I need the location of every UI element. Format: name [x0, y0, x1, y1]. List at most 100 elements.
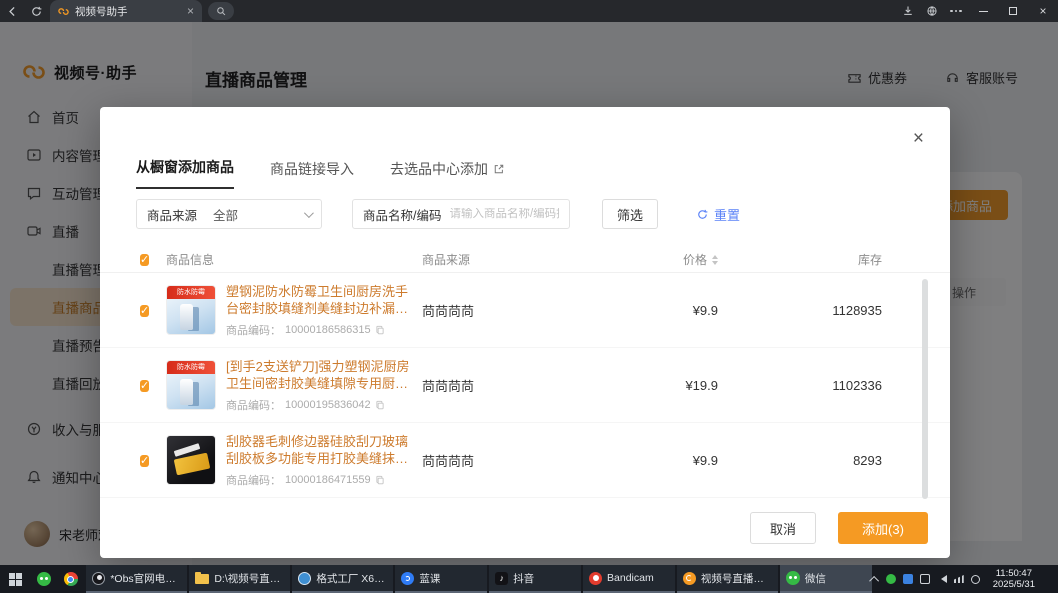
tab-link-import[interactable]: 商品链接导入 — [270, 159, 354, 189]
product-code: 10000195836042 — [285, 399, 371, 411]
product-image: 防水防霉 — [166, 360, 216, 410]
taskbar-wechat-shortcut[interactable] — [31, 565, 58, 593]
lanke-icon — [401, 572, 414, 585]
taskbar-app-bandicam[interactable]: Bandicam — [583, 565, 675, 593]
product-price: ¥19.9 — [542, 378, 718, 393]
taskbar-app-label: 视频号直播伴侣 — [701, 571, 772, 586]
tray-wechat-icon[interactable] — [886, 574, 896, 584]
keyword-field: 商品名称/编码 — [352, 199, 570, 229]
modal-scrollbar[interactable] — [922, 279, 928, 499]
column-info: 商品信息 — [166, 251, 214, 268]
new-tab-search-icon[interactable] — [208, 2, 234, 20]
chrome-icon — [64, 572, 78, 586]
select-all-checkbox[interactable]: ✓ — [140, 254, 149, 266]
tab-label: 商品链接导入 — [270, 159, 354, 179]
reset-icon — [696, 208, 709, 221]
system-tray: 11:50:47 2025/5/31 — [872, 565, 1058, 593]
taskbar-clock[interactable]: 11:50:47 2025/5/31 — [987, 568, 1041, 590]
product-code: 10000186471559 — [285, 474, 371, 486]
product-price: ¥9.9 — [542, 453, 718, 468]
modal-footer: 取消 添加(3) — [750, 512, 928, 544]
product-source: 苘苘苘苘 — [422, 301, 542, 320]
refresh-icon[interactable] — [24, 0, 48, 22]
source-select[interactable]: 商品来源 全部 — [136, 199, 322, 229]
taskbar-app-lanke[interactable]: 蓝课 — [395, 565, 487, 593]
reset-label: 重置 — [714, 205, 740, 224]
row-checkbox[interactable]: ✓ — [140, 305, 149, 317]
minimize-button[interactable] — [968, 0, 998, 22]
reset-button[interactable]: 重置 — [696, 205, 740, 224]
product-source: 苘苘苘苘 — [422, 376, 542, 395]
taskbar-app-label: 蓝课 — [419, 571, 440, 586]
modal-close-icon[interactable]: × — [913, 129, 924, 148]
browser-chrome: 视频号助手 × × — [0, 0, 1058, 22]
row-checkbox[interactable]: ✓ — [140, 455, 149, 467]
taskbar-app-label: 微信 — [805, 571, 826, 586]
chevron-down-icon — [304, 208, 314, 218]
product-image — [166, 435, 216, 485]
tab-selection-center[interactable]: 去选品中心添加 — [390, 159, 505, 189]
start-button[interactable] — [0, 565, 31, 593]
taskbar: *Obs官网电脑... D:\视频号直播... 格式工厂 X64 ... 蓝课 … — [0, 565, 1058, 593]
channels-favicon-icon — [58, 6, 69, 17]
filter-button[interactable]: 筛选 — [602, 199, 658, 229]
product-row: ✓ 防水防霉 [到手2支送铲刀]强力塑钢泥厨房卫生间密封胶美缝填隙专用厨卫密封胶… — [100, 348, 950, 423]
row-checkbox[interactable]: ✓ — [140, 380, 149, 392]
confirm-add-button[interactable]: 添加(3) — [838, 512, 928, 544]
cancel-button[interactable]: 取消 — [750, 512, 816, 544]
product-image: 防水防霉 — [166, 285, 216, 335]
copy-icon[interactable] — [375, 325, 385, 335]
modal-table-header: ✓ 商品信息 商品来源 价格 库存 — [100, 247, 950, 273]
product-code-row: 商品编码：10000186586315 — [226, 322, 416, 338]
product-name[interactable]: 塑钢泥防水防霉卫生间厨房洗手台密封胶填缝剂美缝封边补漏专用胶150ml... — [226, 283, 416, 317]
wechat-icon — [37, 572, 51, 586]
image-badge: 防水防霉 — [167, 361, 215, 374]
maximize-button[interactable] — [998, 0, 1028, 22]
tray-security-icon[interactable] — [903, 574, 913, 584]
keyword-input[interactable] — [449, 208, 559, 220]
folder-icon — [195, 574, 209, 584]
taskbar-app-obs[interactable]: *Obs官网电脑... — [86, 565, 187, 593]
clock-time: 11:50:47 — [993, 568, 1035, 579]
tray-display-icon[interactable] — [920, 574, 930, 584]
taskbar-app-format-factory[interactable]: 格式工厂 X64 ... — [292, 565, 393, 593]
clock-date: 2025/5/31 — [993, 579, 1035, 590]
tab-close-icon[interactable]: × — [187, 4, 194, 18]
keyword-label: 商品名称/编码 — [363, 205, 441, 224]
download-icon[interactable] — [896, 0, 920, 22]
close-button[interactable]: × — [1028, 0, 1058, 22]
tray-volume-icon[interactable] — [937, 575, 947, 583]
channels-live-icon — [683, 572, 696, 585]
taskbar-app-douyin[interactable]: ♪ 抖音 — [489, 565, 581, 593]
taskbar-app-label: D:\视频号直播... — [214, 571, 284, 586]
taskbar-chrome-shortcut[interactable] — [57, 565, 84, 593]
globe-icon[interactable] — [920, 0, 944, 22]
tray-usb-icon[interactable] — [971, 575, 980, 584]
browser-tab[interactable]: 视频号助手 × — [50, 0, 202, 22]
taskbar-app-label: *Obs官网电脑... — [110, 571, 181, 586]
taskbar-app-label: 格式工厂 X64 ... — [316, 571, 387, 586]
add-products-modal: × 从橱窗添加商品 商品链接导入 去选品中心添加 商品来源 全部 商品名称/编码 — [100, 107, 950, 558]
product-stock: 1102336 — [718, 378, 882, 393]
image-badge: 防水防霉 — [167, 286, 215, 299]
copy-icon[interactable] — [375, 475, 385, 485]
taskbar-app-channels-live[interactable]: 视频号直播伴侣 — [677, 565, 778, 593]
menu-dots-icon[interactable] — [944, 0, 968, 22]
product-name[interactable]: [到手2支送铲刀]强力塑钢泥厨房卫生间密封胶美缝填隙专用厨卫密封胶150M... — [226, 358, 416, 392]
source-select-label: 商品来源 — [147, 205, 197, 224]
product-code: 10000186586315 — [285, 324, 371, 336]
copy-icon[interactable] — [375, 400, 385, 410]
modal-tabs: 从橱窗添加商品 商品链接导入 去选品中心添加 — [136, 157, 505, 189]
taskbar-app-explorer[interactable]: D:\视频号直播... — [189, 565, 290, 593]
product-source: 苘苘苘苘 — [422, 451, 542, 470]
tab-from-showcase[interactable]: 从橱窗添加商品 — [136, 157, 234, 189]
windows-logo-icon — [9, 573, 22, 586]
back-icon[interactable] — [0, 0, 24, 22]
tab-label: 去选品中心添加 — [390, 159, 488, 179]
tray-network-icon[interactable] — [954, 575, 964, 583]
tab-title: 视频号助手 — [75, 4, 181, 19]
product-name[interactable]: 刮胶器毛刺修边器硅胶刮刀玻璃刮胶板多功能专用打胶美缝抹胶神器 — [226, 433, 416, 467]
product-row: ✓ 刮胶器毛刺修边器硅胶刮刀玻璃刮胶板多功能专用打胶美缝抹胶神器 商品编码：10… — [100, 423, 950, 498]
taskbar-app-wechat[interactable]: 微信 — [780, 565, 872, 593]
bandicam-icon — [589, 572, 602, 585]
